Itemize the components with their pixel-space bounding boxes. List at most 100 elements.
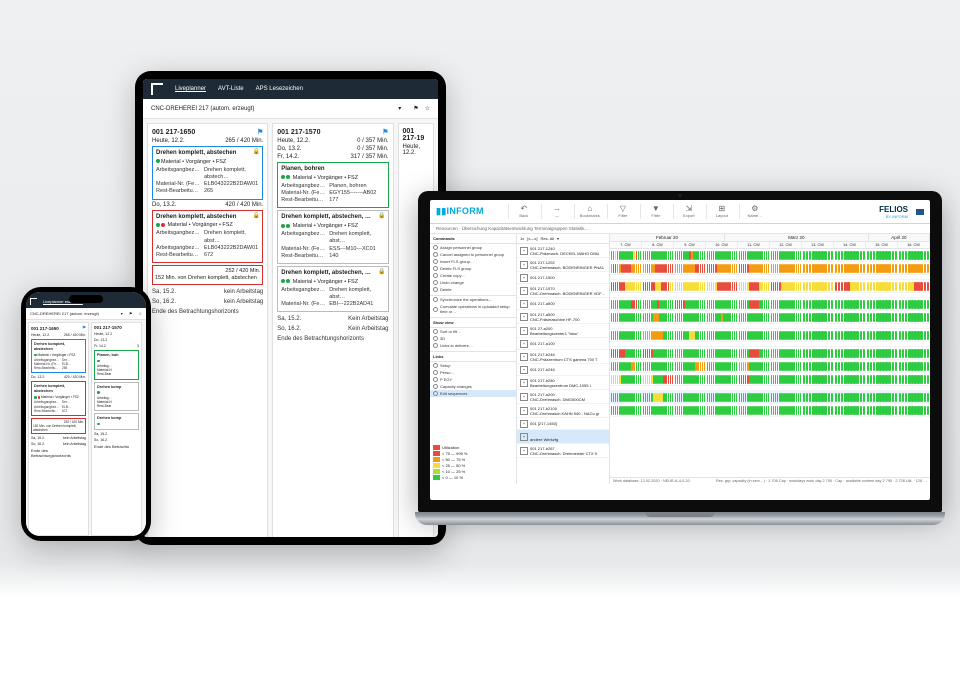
expand-icon[interactable]: + [520,313,528,321]
resource-row[interactable]: +001 217-b267CNC-Drehmasch. Drehmeister … [517,444,609,458]
utilization-segment [927,300,930,309]
task-card[interactable]: Drehen kompArbeitsg…Material-NRest-Bear [94,382,139,412]
gantt-row[interactable] [610,360,930,373]
resource-row[interactable]: +001 [217-1450] [517,418,609,430]
expand-icon[interactable]: + [520,261,528,269]
sidebar-item[interactable]: Cumulate operations in uploaded setup ti… [430,303,516,315]
resource-row[interactable]: +001 217-a100 [517,338,609,350]
language-flag-icon[interactable] [916,209,924,215]
view-tabs[interactable]: Resourcen · Übersichung Kapazitätsentwic… [430,224,930,234]
task-card[interactable]: Drehen komplett, abstechen Material • Vo… [31,339,86,373]
expand-icon[interactable]: + [520,379,528,387]
gantt-row[interactable] [610,329,930,342]
expand-icon[interactable]: + [520,327,528,335]
expand-icon[interactable]: + [520,300,528,308]
sidebar-item[interactable]: Sort or filt… [430,328,516,335]
gantt-row[interactable] [610,249,930,262]
nav-liveplanner[interactable]: Liveplanner [175,86,206,92]
expand-icon[interactable]: + [520,407,528,415]
resource-row[interactable]: +001 217-a200CNC-Drehmasch. DMG500CM [517,390,609,404]
task-card[interactable]: Drehen komplett, abstechen Material • Vo… [31,381,86,415]
sidebar-item[interactable]: Delete [430,286,516,293]
sidebar-item[interactable]: Delete FLS group [430,265,516,272]
sidebar-item[interactable]: Assign personnel group [430,244,516,251]
star-icon[interactable]: ☆ [425,105,430,112]
chevron-down-icon[interactable]: ▾ [398,105,401,112]
resource-row[interactable]: +001 217-b246CNC-Präzzentrum CTS gamma 7… [517,350,609,364]
flag-icon[interactable]: ⚑ [382,128,388,136]
toolbar-button[interactable]: ▽Filter [607,204,638,219]
resource-selector[interactable]: CNC-DREHEREI 217 (autom. erzeugt) [151,106,392,112]
gantt-row[interactable] [610,298,930,311]
task-card[interactable]: Planen, bohArbeitsg…Material-NRest-Bear [94,350,139,380]
expand-icon[interactable]: + [520,353,528,361]
nav-aps-lesezeichen[interactable]: APS Lesezeichen [256,86,303,92]
sidebar-item[interactable]: Create copy… [430,272,516,279]
resource-row[interactable]: +andere Werkzfg [517,430,609,444]
task-card[interactable]: 🔒 Drehen komplett, abstechen, … Material… [277,266,388,312]
resource-row[interactable]: +001 217-1500 [517,272,609,284]
expand-icon[interactable]: + [520,420,528,428]
resource-row[interactable]: +001 217-b246 [517,364,609,376]
gantt-row[interactable] [610,391,930,404]
toolbar-button[interactable]: ▼Filter [640,204,671,219]
summary-band[interactable]: 252 / 420 Min. 152 Min. von Drehen kompl… [31,418,86,434]
flag-icon[interactable]: ⚑ [257,128,263,136]
nav-avt-liste[interactable]: AVT-Liste [218,86,244,92]
task-card[interactable]: 🔒 Drehen komplett, abstechen Material • … [152,146,263,200]
resource-row[interactable]: +001 217-1240CNC-Präzmach. DECKEL MAHO D… [517,244,609,258]
star-icon[interactable]: ☆ [138,311,142,316]
resource-row[interactable]: +001 217-1292CNC-Drehmasch. BODENRINGER … [517,258,609,272]
gantt-row[interactable] [610,347,930,360]
sidebar-item[interactable]: Perso… [430,369,516,376]
resource-row[interactable]: +001 217-b2100CNC-Drehmasch KAHN 540 - N… [517,404,609,418]
resource-row[interactable]: +001 217-a500 [517,298,609,310]
toolbar-button[interactable]: ⇲Export [673,204,704,219]
chevron-down-icon[interactable]: ▾ [557,236,559,241]
expand-icon[interactable]: + [520,433,528,441]
sidebar-item[interactable]: 3D [430,335,516,342]
gantt-row[interactable] [610,280,930,293]
gantt-row[interactable] [610,404,930,417]
gantt-row[interactable] [610,262,930,275]
flag-icon[interactable]: ⚑ [82,325,86,331]
task-card[interactable]: Drehen komp [94,413,139,430]
expand-icon[interactable]: + [520,393,528,401]
sidebar-item[interactable]: Synchronize the operations… [430,296,516,303]
sidebar-item[interactable]: P EGY [430,376,516,383]
gantt-chart[interactable]: Februar 20März 20April 20 7. CW8. CW9. C… [610,234,930,484]
sidebar-item[interactable]: Links to delivere… [430,342,516,349]
summary-band[interactable]: 252 / 420 Min. 152 Min. von Drehen kompl… [152,265,263,285]
toolbar-button[interactable]: ↶Back [508,204,539,219]
sidebar-item[interactable]: Insert FLS group… [430,258,516,265]
task-card[interactable]: 🔒 Drehen komplett, abstechen, … Material… [277,210,388,264]
toolbar-button[interactable]: →— [541,204,572,219]
flag-icon[interactable]: ⚑ [413,105,418,112]
sidebar-item[interactable]: Setup [430,362,516,369]
task-card[interactable]: 🔒 Drehen komplett, abstechen Material • … [152,210,263,264]
expand-icon[interactable]: + [520,274,528,282]
resource-selector[interactable]: CNC-DREHEREI 217 (autom. erzeugt) [30,311,115,316]
sidebar-item[interactable]: Capacity changes [430,383,516,390]
expand-icon[interactable]: + [520,287,528,295]
toolbar-button[interactable]: ⌂Bookmarks [574,204,605,219]
resource-row[interactable]: +001 217-a500CNC-Fräsmaschine HF-700 [517,310,609,324]
gantt-row[interactable] [610,373,930,386]
resource-row[interactable]: +001 217-1570CNC-Drehmasch. BODENRINGER … [517,284,609,298]
expand-icon[interactable]: + [520,447,528,455]
flag-icon[interactable]: ⚑ [129,311,133,316]
resource-row[interactable]: +001 27-a200Bearbeitungscenter1 "blau" [517,324,609,338]
task-card[interactable]: Planen, bohren Material • Vorgänger • FS… [277,162,388,208]
toolbar-button[interactable]: ⚙Name… [739,204,770,219]
sidebar-item[interactable]: Edit sequences [430,390,516,397]
expand-icon[interactable]: + [520,247,528,255]
sidebar-item[interactable]: Cancel assigned to personnel group [430,251,516,258]
expand-icon[interactable]: + [520,366,528,374]
toolbar-button[interactable]: ⊞Layout [706,204,737,219]
sidebar-item[interactable]: Undo change [430,279,516,286]
utilization-segment [892,349,895,358]
gantt-row[interactable] [610,311,930,324]
chevron-down-icon[interactable]: ▾ [121,311,123,316]
resource-row[interactable]: +001 217-b280Bearbeitungszentrum DMC-105… [517,376,609,390]
expand-icon[interactable]: + [520,340,528,348]
